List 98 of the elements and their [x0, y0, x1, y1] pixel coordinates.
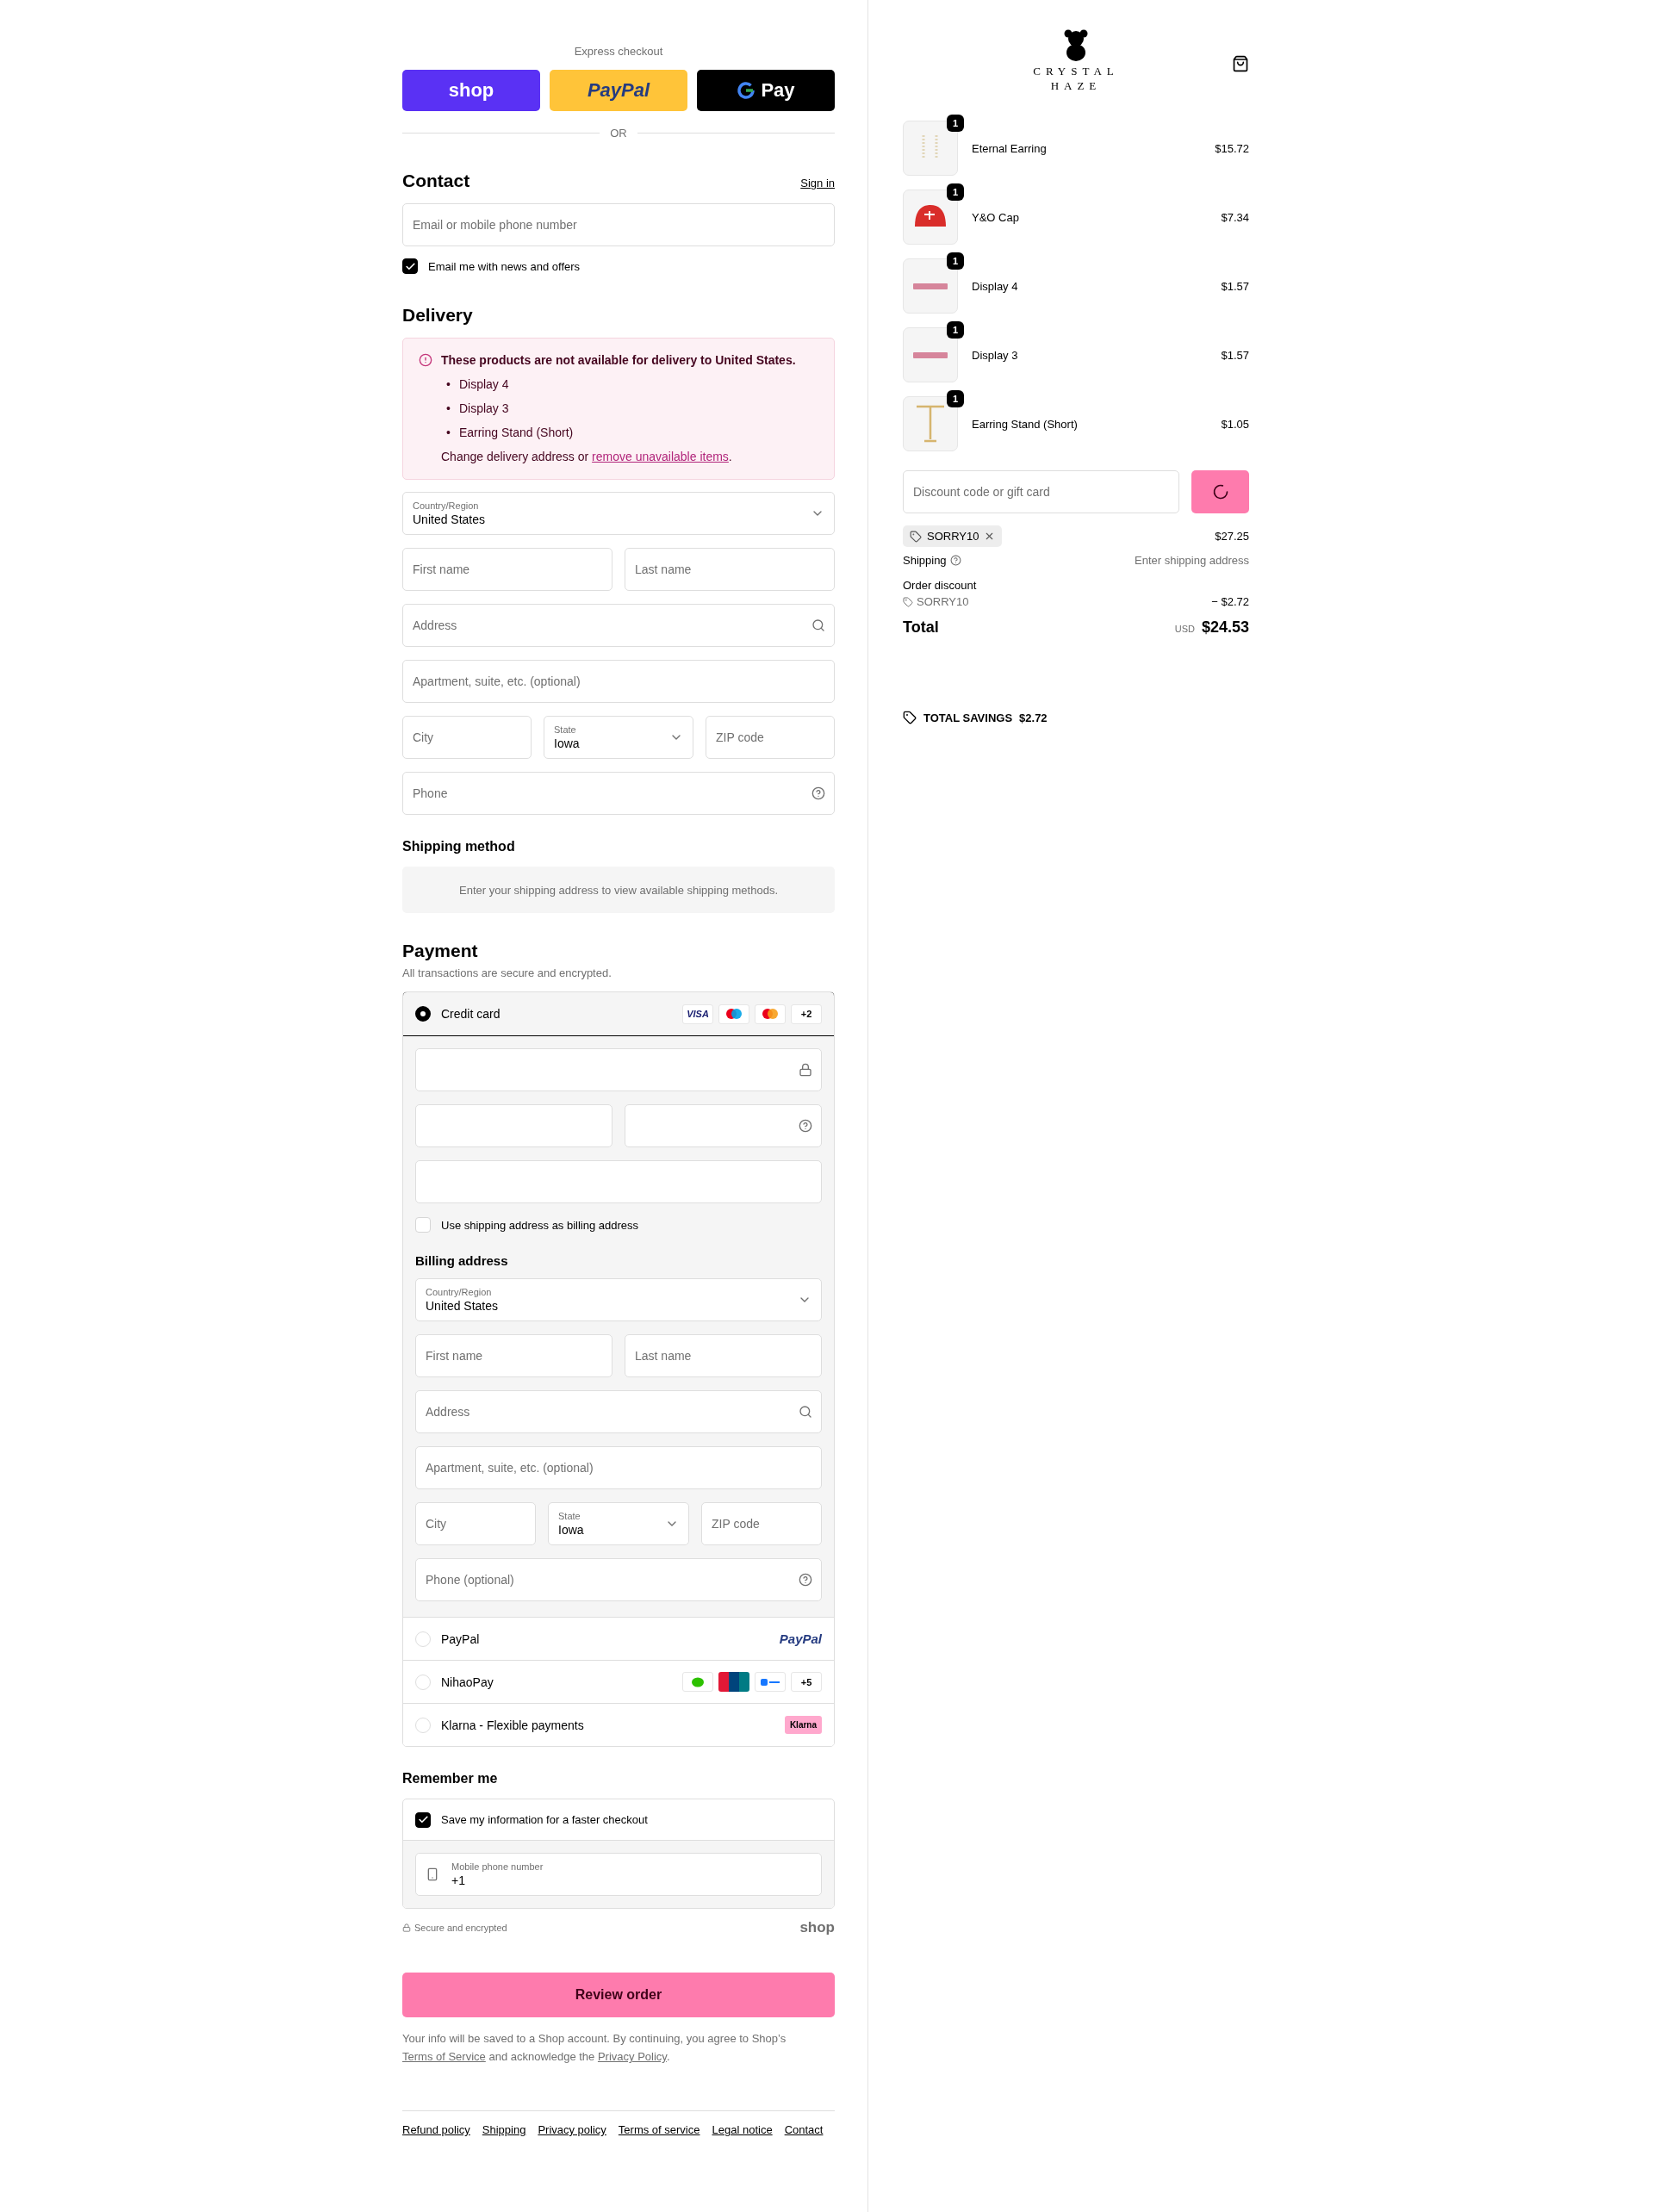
shop-pay-button[interactable]: shop: [402, 70, 540, 111]
terms-text: Your info will be saved to a Shop account. By continuing, you agree to Shop’s Terms of Service and acknowledge the Privacy Policy.: [402, 2031, 787, 2065]
input-field[interactable]: City: [415, 1502, 536, 1545]
input-field[interactable]: Address: [415, 1390, 822, 1433]
product-price: $1.05: [1221, 417, 1249, 431]
policy-link[interactable]: Terms of Service: [402, 2050, 486, 2063]
google-pay-button[interactable]: Pay: [697, 70, 835, 111]
payment-label: Credit card: [441, 1007, 501, 1021]
product-price: $15.72: [1215, 141, 1249, 155]
input-field[interactable]: First name: [415, 1334, 612, 1377]
warning-message: Change delivery address or remove unavailable items.: [441, 450, 733, 463]
discount-code: SORRY10: [927, 530, 979, 543]
policy-link[interactable]: Privacy Policy: [597, 2050, 667, 2063]
unavailable-item: Display 4: [458, 377, 509, 391]
bullet: •: [446, 401, 451, 415]
section-subtitle: All transactions are secure and encrypted.: [402, 966, 612, 979]
remove-items-link[interactable]: remove unavailable items: [592, 450, 729, 463]
more-count: +5: [791, 1672, 822, 1692]
payment-option[interactable]: Klarna - Flexible payments Klarna: [403, 1703, 834, 1746]
section-title: Billing address: [415, 1253, 509, 1268]
input-field[interactable]: City: [402, 716, 532, 759]
footer-link[interactable]: Legal notice: [712, 2123, 773, 2136]
quantity-badge: 1: [947, 321, 964, 339]
input-field[interactable]: Apartment, suite, etc. (optional): [415, 1446, 822, 1489]
currency-code: USD: [1174, 624, 1195, 634]
section-title: Remember me: [402, 1771, 499, 1786]
unavailable-item: Display 3: [458, 401, 509, 415]
divider-label: OR: [610, 127, 627, 140]
phone-field[interactable]: Mobile phone number +1: [415, 1853, 822, 1896]
payment-label: Klarna - Flexible payments: [441, 1718, 585, 1732]
klarna-logo: Klarna: [784, 1716, 822, 1734]
more-count: +2: [791, 1003, 822, 1024]
product-name: Display 4: [972, 279, 1019, 293]
section-title: Contact: [402, 171, 470, 191]
checkbox-label: Email me with news and offers: [428, 259, 581, 273]
savings-label: TOTAL SAVINGS: [923, 711, 1013, 724]
quantity-badge: 1: [947, 115, 964, 132]
footer-link[interactable]: Terms of service: [618, 2123, 700, 2136]
footer-link[interactable]: Shipping: [482, 2123, 526, 2136]
product-price: $7.34: [1221, 210, 1249, 224]
paypal-button[interactable]: PayPal: [550, 70, 687, 111]
select-field[interactable]: State Iowa: [548, 1502, 689, 1545]
product-price: $1.57: [1221, 348, 1249, 362]
input-field[interactable]: Address: [402, 604, 835, 647]
input-field[interactable]: Phone: [402, 772, 835, 815]
shop-logo: shop: [799, 1919, 835, 1936]
input-field[interactable]: ZIP code: [701, 1502, 822, 1545]
quantity-badge: 1: [947, 390, 964, 407]
email-field[interactable]: Email or mobile phone number: [402, 203, 835, 246]
unavailable-item: Earring Stand (Short): [458, 426, 574, 439]
select-field[interactable]: State Iowa: [544, 716, 693, 759]
express-checkout-title: Express checkout: [573, 45, 664, 58]
input-field[interactable]: ZIP code: [706, 716, 835, 759]
product-price: $1.57: [1221, 279, 1249, 293]
checkbox-label: Save my information for a faster checkout: [441, 1813, 648, 1826]
payment-label: NihaoPay: [441, 1675, 494, 1689]
shipping-notice: Enter your shipping address to view available shipping methods.: [402, 867, 835, 913]
product-name: Display 3: [972, 348, 1019, 362]
paypal-logo: PayPal: [779, 1631, 822, 1646]
footer-link[interactable]: Privacy policy: [538, 2123, 606, 2136]
section-title: Delivery: [402, 305, 474, 326]
store-name: CRYSTAL HAZE: [1033, 64, 1119, 93]
secure-note: Secure and encrypted: [414, 1923, 507, 1933]
section-title: Payment: [402, 941, 479, 961]
input-field[interactable]: First name: [402, 548, 612, 591]
section-title: Shipping method: [402, 839, 516, 854]
product-name: Earring Stand (Short): [972, 417, 1079, 431]
footer-link[interactable]: Refund policy: [402, 2123, 470, 2136]
select-field[interactable]: Country/Region United States: [415, 1278, 822, 1321]
input-field[interactable]: Phone (optional): [415, 1558, 822, 1601]
bullet: •: [446, 377, 451, 391]
discount-label: Order discount: [903, 579, 977, 592]
product-name: Eternal Earring: [972, 141, 1048, 155]
input-field[interactable]: Apartment, suite, etc. (optional): [402, 660, 835, 703]
product-name: Y&O Cap: [972, 210, 1020, 224]
discount-amount: − $2.72: [1211, 595, 1249, 608]
warning-title: These products are not available for delivery to United States.: [441, 353, 796, 367]
quantity-badge: 1: [947, 252, 964, 270]
payment-label: PayPal: [441, 1631, 481, 1646]
subtotal-amount: $27.25: [1215, 530, 1249, 543]
discount-field[interactable]: Discount code or gift card: [903, 470, 1179, 513]
input-field[interactable]: Last name: [625, 1334, 822, 1377]
shipping-value: Enter shipping address: [1135, 554, 1249, 567]
visa-badge: VISA: [682, 1003, 713, 1024]
payment-option[interactable]: Credit card VISA +2: [403, 992, 834, 1036]
review-order-button[interactable]: Review order: [402, 1973, 835, 2017]
sign-in-link[interactable]: Sign in: [800, 177, 835, 190]
shipping-label: Shipping: [903, 554, 947, 567]
footer-link[interactable]: Contact: [784, 2123, 824, 2136]
total-amount: $24.53: [1201, 618, 1249, 637]
bullet: •: [446, 426, 451, 439]
select-field[interactable]: Country/Region United States: [402, 492, 835, 535]
savings-amount: $2.72: [1019, 711, 1048, 724]
input-field[interactable]: Last name: [625, 548, 835, 591]
discount-code: SORRY10: [917, 595, 969, 608]
total-label: Total: [903, 618, 939, 637]
checkbox-label: Use shipping address as billing address: [441, 1218, 639, 1232]
quantity-badge: 1: [947, 183, 964, 201]
